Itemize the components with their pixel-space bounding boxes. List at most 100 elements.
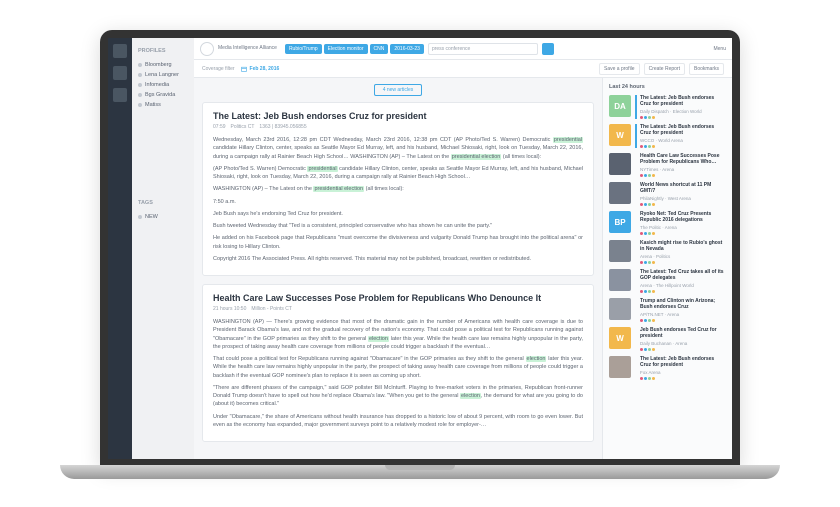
article-meta: 07:59Politics CT1363 | 83945.056855 (213, 124, 583, 130)
related-article-body: The Latest: Jeb Bush endorses Cruz for p… (635, 124, 726, 148)
rail-home-icon[interactable] (113, 44, 127, 58)
related-article-title: Ryoko Net: Ted Cruz Presents Republic 20… (640, 211, 726, 223)
sidebar-tag-item[interactable]: NEW (138, 212, 188, 222)
related-article-title: The Latest: Ted Cruz takes all of its GO… (640, 269, 726, 281)
related-article-card[interactable]: World News shortcut at 11 PM GMT/7PhilaN… (609, 182, 726, 206)
article-paragraph: WASHINGTON (AP) – The Latest on the pres… (213, 185, 583, 193)
related-article-card[interactable]: The Latest: Ted Cruz takes all of its GO… (609, 269, 726, 293)
tag-dot-icon (640, 116, 643, 119)
article-title[interactable]: Health Care Law Successes Pose Problem f… (213, 293, 583, 303)
app-screen: PROFILES BloombergLena LangnerInfomediaB… (108, 38, 732, 459)
sidebar-profiles-title: PROFILES (138, 48, 188, 54)
related-article-card[interactable]: The Latest: Jeb Bush endorses Cruz for p… (609, 356, 726, 380)
related-article-source: Daily Dispatch · Election World (640, 109, 726, 114)
related-article-title: The Latest: Jeb Bush endorses Cruz for p… (640, 356, 726, 368)
tag-dot-icon (652, 348, 655, 351)
tag-dot-icon (640, 319, 643, 322)
avatar-letter: DA (609, 95, 631, 117)
filter-chip[interactable]: CNN (370, 44, 389, 54)
bookmark-button[interactable]: Bookmarks (689, 63, 724, 75)
article-body: WASHINGTON (AP) — There's growing eviden… (213, 318, 583, 429)
filter-chip[interactable]: 2016-03-23 (390, 44, 424, 54)
tag-dot-icon (640, 232, 643, 235)
article-body: Wednesday, March 23rd 2016, 12:28 pm CDT… (213, 136, 583, 263)
article-paragraph: He added on his Facebook page that Repub… (213, 234, 583, 251)
search-input[interactable]: press conference (428, 43, 538, 55)
article-paragraph: Wednesday, March 23rd 2016, 12:28 pm CDT… (213, 136, 583, 161)
tag-dot-icon (652, 319, 655, 322)
related-article-card[interactable]: WJeb Bush endorses Ted Cruz for presiden… (609, 327, 726, 351)
tag-dot-icon (644, 348, 647, 351)
article-feed: 4 new articles The Latest: Jeb Bush endo… (194, 78, 602, 459)
related-article-card[interactable]: WThe Latest: Jeb Bush endorses Cruz for … (609, 124, 726, 148)
related-article-source: Arena · The Hillpoint World (640, 283, 726, 288)
related-article-card[interactable]: Trump and Clinton win Arizona; Bush endo… (609, 298, 726, 322)
related-article-body: The Latest: Ted Cruz takes all of its GO… (635, 269, 726, 293)
article-meta: 21 hours 10:50Million - Points CT (213, 306, 583, 312)
related-article-card[interactable]: DA The Latest: Jeb Bush endorses Cruz for… (609, 95, 726, 119)
rail-analytics-icon[interactable] (113, 66, 127, 80)
rail-library-icon[interactable] (113, 88, 127, 102)
related-article-card[interactable]: Kasich might rise to Rubio's ghost in Ne… (609, 240, 726, 264)
tag-dot-icon (640, 290, 643, 293)
related-article-title: Trump and Clinton win Arizona; Bush endo… (640, 298, 726, 310)
laptop-frame: PROFILES BloombergLena LangnerInfomediaB… (100, 30, 740, 467)
article-title[interactable]: The Latest: Jeb Bush endorses Cruz for p… (213, 111, 583, 121)
calendar-icon (241, 66, 247, 72)
related-article-body: World News shortcut at 11 PM GMT/7PhilaN… (635, 182, 726, 206)
sidebar-profile-item[interactable]: Infomedia (138, 80, 188, 90)
filter-chip[interactable]: Election monitor (324, 44, 368, 54)
toolbar-filter-label: Coverage filter (202, 66, 235, 72)
tag-dot-icon (648, 261, 651, 264)
tag-dots (640, 290, 726, 293)
related-article-card[interactable]: BP Ryoko Net: Ted Cruz Presents Republic … (609, 211, 726, 235)
tag-dots (640, 319, 726, 322)
related-article-source: AP/TN.NET · Arena (640, 312, 726, 317)
tag-dot-icon (652, 290, 655, 293)
new-articles-button[interactable]: 4 new articles (374, 84, 423, 96)
create-report-button[interactable]: Create Report (644, 63, 685, 75)
related-article-title: Kasich might rise to Rubio's ghost in Ne… (640, 240, 726, 252)
thumbnail-image (609, 153, 631, 175)
highlight: presidential election (313, 186, 364, 192)
brand-logo-icon[interactable] (200, 42, 214, 56)
save-profile-button[interactable]: Save a profile (599, 63, 640, 75)
sidebar-profile-item[interactable]: Bgs Gravida (138, 90, 188, 100)
article-paragraph: Bush tweeted Wednesday that "Ted is a co… (213, 222, 583, 230)
tag-dot-icon (648, 145, 651, 148)
related-article-source: PhilaNightly · West Arena (640, 196, 726, 201)
related-article-body: Health Care Law Successes Pose Problem f… (635, 153, 726, 177)
tag-dots (640, 261, 726, 264)
tag-dot-icon (640, 348, 643, 351)
bullet-icon (138, 103, 142, 107)
toolbar: Coverage filter Feb 28, 2016 Save a prof… (194, 60, 732, 78)
related-article-card[interactable]: Health Care Law Successes Pose Problem f… (609, 153, 726, 177)
sidebar-profile-item[interactable]: Bloomberg (138, 60, 188, 70)
tag-dots (640, 348, 726, 351)
article-paragraph: 7:50 a.m. (213, 198, 583, 206)
related-article-title: Health Care Law Successes Pose Problem f… (640, 153, 726, 165)
toolbar-date[interactable]: Feb 28, 2016 (241, 66, 280, 72)
sidebar-profile-item[interactable]: Matiss (138, 100, 188, 110)
thumbnail-image (609, 182, 631, 204)
thumbnail-image (609, 356, 631, 378)
bullet-icon (138, 215, 142, 219)
tag-dot-icon (644, 377, 647, 380)
tag-dot-icon (640, 377, 643, 380)
search-button[interactable] (542, 43, 554, 55)
topbar-menu-link[interactable]: Menu (713, 46, 726, 52)
tag-dot-icon (644, 145, 647, 148)
bullet-icon (138, 73, 142, 77)
avatar-letter: BP (609, 211, 631, 233)
tag-dot-icon (652, 116, 655, 119)
nav-rail (108, 38, 132, 459)
related-article-title: The Latest: Jeb Bush endorses Cruz for p… (640, 95, 726, 107)
tag-dot-icon (648, 203, 651, 206)
tag-dot-icon (652, 261, 655, 264)
bullet-icon (138, 93, 142, 97)
filter-chip[interactable]: Rubio/Trump (285, 44, 322, 54)
right-panel-title: Last 24 hours (609, 84, 726, 90)
related-article-source: Arena · Politics (640, 254, 726, 259)
sidebar-profile-item[interactable]: Lena Langner (138, 70, 188, 80)
tag-dot-icon (644, 261, 647, 264)
